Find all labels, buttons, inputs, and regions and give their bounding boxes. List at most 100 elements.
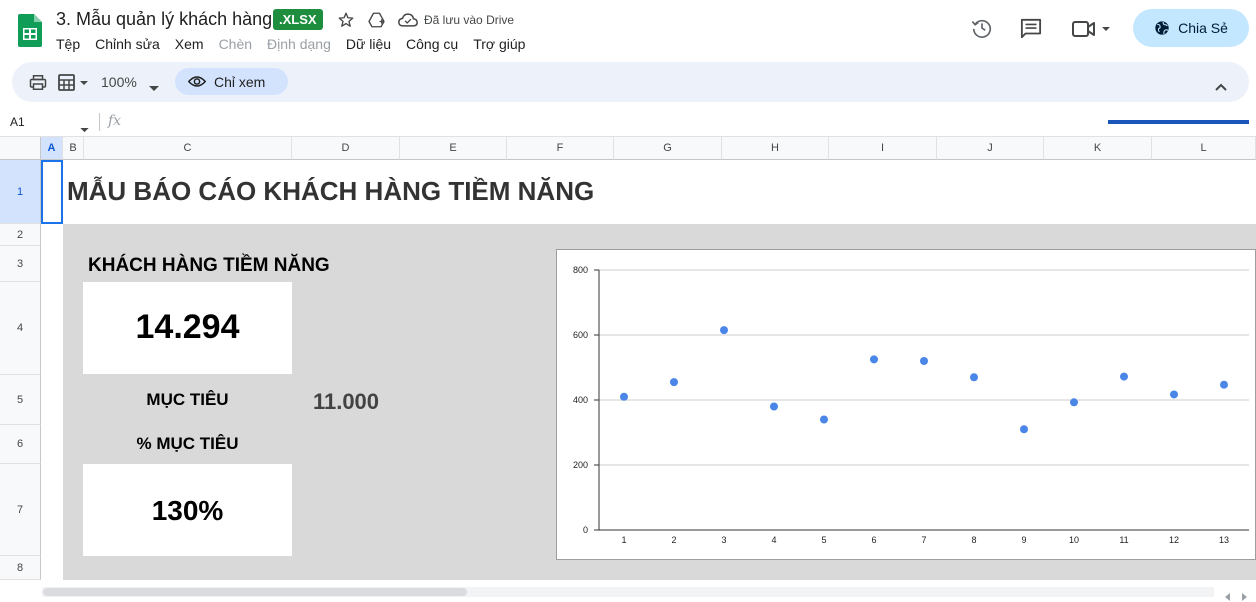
data-point-12: [1220, 380, 1228, 389]
x-tick-label-0: 1: [621, 535, 626, 545]
y-tick-label-4: 800: [573, 265, 588, 275]
data-point-2: [720, 326, 728, 335]
data-point-3: [770, 402, 778, 411]
cloud-saved-icon[interactable]: [398, 12, 418, 33]
column-header-k[interactable]: K: [1044, 137, 1152, 160]
view-only-button[interactable]: Chỉ xem: [175, 68, 288, 95]
share-button[interactable]: Chia Sẻ: [1133, 9, 1249, 47]
percent-target-label[interactable]: % MỤC TIÊU: [83, 434, 292, 454]
x-tick-label-11: 12: [1169, 535, 1179, 545]
column-header-g[interactable]: G: [614, 137, 722, 160]
scatter-chart[interactable]: 0 200 400 600 800 1 2 3 4 5 6 7 8 9 10 11 12 13: [556, 249, 1256, 560]
data-point-4: [820, 415, 828, 424]
column-header-l[interactable]: L: [1152, 137, 1256, 160]
row-header-label: 6: [16, 438, 24, 450]
menu-item-3[interactable]: Chèn: [219, 36, 252, 52]
target-value[interactable]: 11.000: [292, 389, 400, 415]
menu-item-4[interactable]: Định dạng: [267, 36, 331, 52]
formula-input[interactable]: [130, 110, 1100, 134]
data-point-10: [1120, 372, 1128, 381]
eye-icon: [188, 76, 206, 87]
x-tick-label-12: 13: [1219, 535, 1229, 545]
file-type-badge: .XLSX: [273, 9, 323, 30]
row-header-6[interactable]: 6: [0, 425, 41, 464]
horizontal-scroll-thumb[interactable]: [43, 588, 467, 596]
y-tick-label-3: 600: [573, 330, 588, 340]
menu-item-1[interactable]: Chỉnh sửa: [95, 36, 160, 52]
row-header-label: 1: [16, 185, 24, 198]
menu-item-5[interactable]: Dữ liệu: [346, 36, 391, 52]
version-history-icon[interactable]: [971, 17, 993, 44]
column-header-i[interactable]: I: [829, 137, 937, 160]
column-header-d[interactable]: D: [292, 137, 400, 160]
row-header-2[interactable]: 2: [0, 224, 41, 246]
column-header-h[interactable]: H: [722, 137, 829, 160]
selected-cell-a1[interactable]: [41, 160, 63, 224]
row-header-4[interactable]: 4: [0, 282, 41, 375]
y-tick-label-1: 200: [573, 460, 588, 470]
data-point-8: [1020, 425, 1028, 434]
column-header-b[interactable]: B: [63, 137, 84, 160]
column-header-a[interactable]: A: [41, 137, 63, 160]
share-button-label: Chia Sẻ: [1178, 20, 1228, 36]
formula-fx-label: fx: [108, 113, 122, 129]
print-icon[interactable]: [29, 74, 47, 96]
name-box[interactable]: A1: [10, 115, 25, 129]
data-point-5: [870, 355, 878, 364]
x-tick-label-3: 4: [771, 535, 776, 545]
scatter-chart-svg: 02004006008001 2 3 4 5 6 7 8 9 10 11 12 13: [573, 265, 1249, 545]
y-tick-label-2: 400: [573, 395, 588, 405]
column-header-j[interactable]: J: [937, 137, 1044, 160]
scroll-left-icon[interactable]: [1224, 588, 1232, 602]
menu-item-0[interactable]: Tệp: [56, 36, 80, 52]
move-to-drive-icon[interactable]: [367, 11, 386, 34]
row-header-label: 5: [16, 393, 24, 406]
column-header-f[interactable]: F: [507, 137, 614, 160]
row-header-label: 3: [16, 257, 24, 270]
chevron-down-icon[interactable]: [149, 79, 159, 97]
row-header-7[interactable]: 7: [0, 464, 41, 556]
x-tick-label-10: 11: [1119, 535, 1128, 545]
view-only-label: Chỉ xem: [214, 73, 266, 90]
kpi-value: 14.294: [135, 308, 240, 346]
menu-bar: Tệp Chỉnh sửa Xem Chèn Định dạng Dữ liệu Công …: [56, 36, 525, 52]
globe-icon: [1155, 21, 1169, 35]
data-point-0: [620, 392, 628, 401]
menu-item-2[interactable]: Xem: [175, 36, 204, 52]
comments-icon[interactable]: [1020, 18, 1042, 44]
x-tick-label-6: 7: [921, 535, 926, 545]
spreadsheet-app: 3. Mẫu quản lý khách hàng .XLSX Đã lưu v…: [0, 0, 1256, 602]
target-label[interactable]: MỤC TIÊU: [83, 390, 292, 410]
data-point-1: [670, 378, 678, 387]
save-status[interactable]: Đã lưu vào Drive: [424, 13, 514, 27]
row-header-8[interactable]: 8: [0, 556, 41, 580]
column-header-e[interactable]: E: [400, 137, 507, 160]
star-icon[interactable]: [337, 11, 355, 34]
meet-camera-icon[interactable]: [1072, 20, 1114, 43]
select-all-corner[interactable]: [0, 137, 41, 160]
row-header-3[interactable]: 3: [0, 246, 41, 282]
x-tick-label-5: 6: [871, 535, 876, 545]
sheets-logo-icon[interactable]: [18, 14, 42, 47]
row-header-5[interactable]: 5: [0, 375, 41, 425]
x-tick-label-4: 5: [821, 535, 826, 545]
report-title[interactable]: MẪU BÁO CÁO KHÁCH HÀNG TIỀM NĂNG: [67, 176, 594, 207]
kpi-heading[interactable]: KHÁCH HÀNG TIỀM NĂNG: [88, 255, 330, 277]
menu-item-7[interactable]: Trợ giúp: [473, 36, 525, 52]
menu-item-6[interactable]: Công cụ: [406, 36, 458, 52]
row-header-1[interactable]: 1: [0, 160, 41, 224]
x-tick-label-1: 2: [671, 535, 676, 545]
data-point-11: [1170, 390, 1178, 399]
x-tick-label-2: 3: [721, 535, 726, 545]
collapse-toolbar-icon[interactable]: [1215, 78, 1227, 96]
x-tick-label-9: 10: [1069, 535, 1079, 545]
scroll-right-icon[interactable]: [1240, 588, 1248, 602]
column-header-c[interactable]: C: [84, 137, 292, 160]
data-point-9: [1070, 398, 1078, 407]
view-format-icon[interactable]: [58, 74, 90, 96]
document-title[interactable]: 3. Mẫu quản lý khách hàng: [56, 9, 272, 30]
data-point-7: [970, 373, 978, 382]
zoom-select[interactable]: 100%: [101, 74, 137, 90]
y-tick-label-0: 0: [583, 525, 588, 535]
row-header-label: 2: [16, 228, 24, 241]
